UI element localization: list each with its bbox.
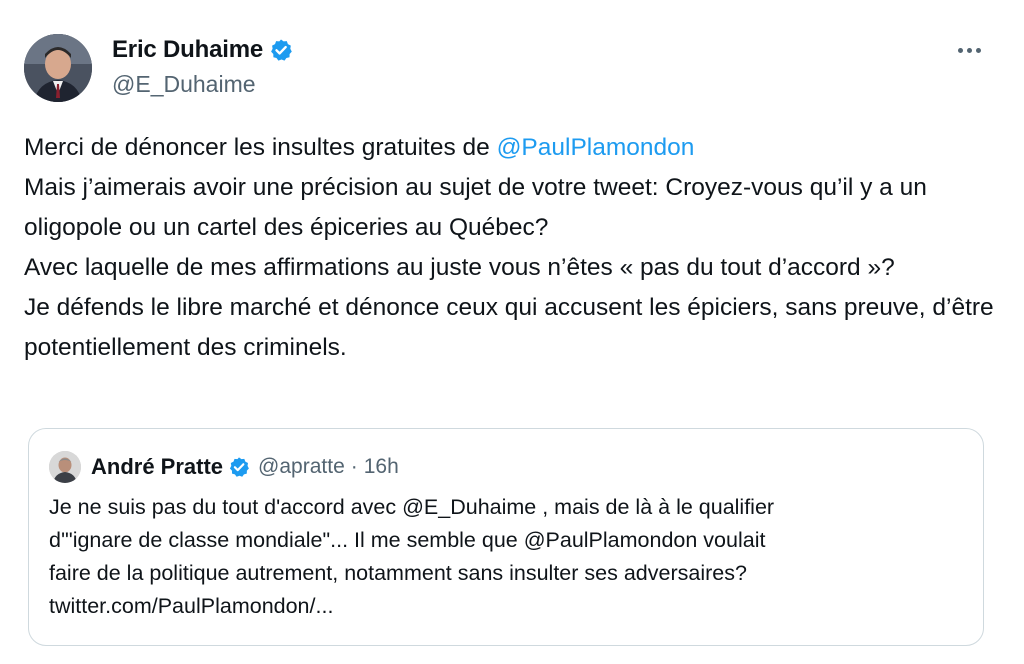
- verified-badge-icon: [269, 38, 293, 62]
- quoted-line-1: Je ne suis pas du tout d'accord avec @E_…: [49, 495, 775, 519]
- quoted-tweet-card[interactable]: André Pratte @apratte · 16h Je ne suis p…: [28, 428, 984, 646]
- tweet-paragraph-1: Merci de dénoncer les insultes gratuites…: [24, 128, 994, 168]
- verified-badge-icon: [228, 456, 250, 478]
- more-dot: [975, 47, 981, 53]
- quoted-author-avatar[interactable]: [49, 451, 81, 483]
- quoted-author-name[interactable]: André Pratte: [91, 454, 223, 480]
- tweet-text: Merci de dénoncer les insultes gratuites…: [24, 128, 994, 368]
- author-handle[interactable]: @E_Duhaime: [112, 71, 256, 98]
- more-dot: [957, 47, 963, 53]
- quoted-tweet-header: André Pratte @apratte · 16h: [49, 451, 399, 483]
- tweet-paragraph-3: Avec laquelle de mes affirmations au jus…: [24, 254, 895, 281]
- author-name[interactable]: Eric Duhaime: [112, 36, 263, 64]
- author-name-row: Eric Duhaime: [112, 36, 293, 64]
- author-avatar[interactable]: [24, 34, 92, 102]
- quoted-author-handle[interactable]: @apratte: [258, 455, 345, 479]
- mention-link[interactable]: @PaulPlamondon: [497, 134, 695, 161]
- quoted-line-4: twitter.com/PaulPlamondon/...: [49, 594, 334, 618]
- quoted-line-2: d'"ignare de classe mondiale"... Il me s…: [49, 528, 766, 552]
- quoted-tweet-time[interactable]: 16h: [364, 455, 399, 479]
- quoted-line-3: faire de la politique autrement, notamme…: [49, 561, 747, 585]
- dot-separator: ·: [350, 455, 358, 478]
- more-dot: [966, 47, 972, 53]
- tweet-paragraph-4: Je défends le libre marché et dénonce ce…: [24, 294, 994, 361]
- quoted-tweet-text: Je ne suis pas du tout d'accord avec @E_…: [49, 491, 969, 623]
- tweet-paragraph-2: Mais j’aimerais avoir une précision au s…: [24, 174, 927, 241]
- more-options-icon[interactable]: [954, 38, 984, 62]
- tweet-paragraph-1-text: Merci de dénoncer les insultes gratuites…: [24, 134, 497, 161]
